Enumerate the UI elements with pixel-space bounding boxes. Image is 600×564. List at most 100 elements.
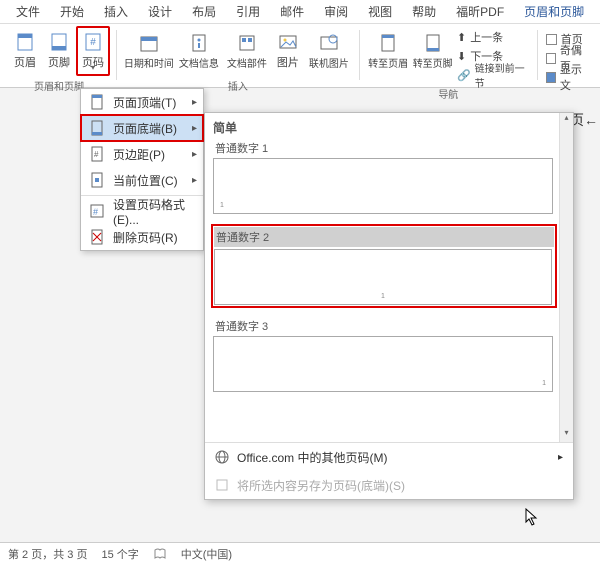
status-lang[interactable]: 中文(中国) bbox=[181, 546, 232, 562]
group-label-insert: 插入 bbox=[228, 78, 248, 90]
svg-text:#: # bbox=[93, 207, 98, 217]
gallery-item-pn2[interactable]: 普通数字 2 1 bbox=[213, 226, 555, 306]
menu-current-pos-label: 当前位置(C) bbox=[113, 172, 178, 189]
checkbox-icon bbox=[546, 53, 556, 64]
quickparts-icon bbox=[237, 33, 257, 53]
separator bbox=[116, 30, 117, 80]
footer-label: 页脚 bbox=[48, 54, 70, 70]
chevron-right-icon: ▸ bbox=[192, 97, 197, 108]
status-page[interactable]: 第 2 页，共 3 页 bbox=[8, 546, 87, 562]
link-prev-button[interactable]: 🔗链接到前一节 bbox=[455, 66, 531, 84]
show-doc-checkbox[interactable]: 显示文 bbox=[544, 68, 592, 86]
menu-page-bottom[interactable]: 页面底端(B) ▸ bbox=[81, 115, 203, 141]
gallery-item-title: 普通数字 3 bbox=[213, 318, 569, 334]
footer-icon bbox=[49, 32, 69, 52]
preview-number: 1 bbox=[381, 293, 385, 300]
gallery-item-pn3[interactable]: 普通数字 3 1 bbox=[213, 318, 569, 392]
format-icon: # bbox=[89, 203, 105, 219]
goto-header-button[interactable]: 转至页眉 bbox=[366, 26, 411, 76]
pictures-button[interactable]: 图片 bbox=[271, 26, 305, 76]
datetime-button[interactable]: 日期和时间 bbox=[123, 26, 175, 76]
menu-remove-pagenum[interactable]: 删除页码(R) bbox=[81, 224, 203, 250]
preview-number: 1 bbox=[542, 380, 546, 387]
menu-current-pos[interactable]: 当前位置(C) ▸ bbox=[81, 167, 203, 193]
page-top-icon bbox=[89, 94, 105, 110]
menu-page-top-label: 页面顶端(T) bbox=[113, 94, 176, 111]
online-pictures-button[interactable]: 联机图片 bbox=[305, 26, 353, 76]
tab-references[interactable]: 引用 bbox=[226, 0, 270, 24]
current-pos-icon bbox=[89, 172, 105, 188]
group-header-footer: 页眉 页脚 # 页码 ▾ 页眉和页脚 bbox=[4, 26, 114, 87]
gallery-scrollbar[interactable]: ▴ ▾ bbox=[559, 113, 573, 442]
header-label: 页眉 bbox=[14, 54, 36, 70]
datetime-label: 日期和时间 bbox=[124, 55, 174, 70]
menu-page-margin-label: 页边距(P) bbox=[113, 146, 165, 163]
tab-foxit[interactable]: 福昕PDF bbox=[446, 0, 514, 24]
gallery-item-title: 普通数字 2 bbox=[214, 227, 554, 247]
mouse-cursor-icon bbox=[525, 508, 539, 526]
show-label: 显示文 bbox=[560, 61, 590, 93]
menu-page-top[interactable]: 页面顶端(T) ▸ bbox=[81, 89, 203, 115]
gallery-section-simple: 简单 bbox=[213, 119, 569, 136]
quickparts-button[interactable]: 文档部件 bbox=[223, 26, 271, 76]
globe-icon bbox=[215, 450, 229, 464]
goto-footer-icon bbox=[423, 33, 443, 53]
menu-format-label: 设置页码格式(E)... bbox=[113, 196, 195, 227]
page-number-icon: # bbox=[83, 32, 103, 52]
docinfo-button[interactable]: 文档信息 bbox=[175, 26, 223, 76]
menu-page-margin[interactable]: # 页边距(P) ▸ bbox=[81, 141, 203, 167]
tab-header-footer[interactable]: 页眉和页脚 bbox=[514, 0, 594, 24]
gallery-office-more[interactable]: Office.com 中的其他页码(M) ▸ bbox=[205, 443, 573, 471]
tab-design[interactable]: 设计 bbox=[138, 0, 182, 24]
tab-help[interactable]: 帮助 bbox=[402, 0, 446, 24]
footer-button[interactable]: 页脚 bbox=[42, 26, 76, 76]
tab-insert[interactable]: 插入 bbox=[94, 0, 138, 24]
next-icon: ⬇ bbox=[457, 50, 466, 63]
group-options: 首页 奇偶页 显示文 bbox=[540, 26, 596, 87]
prev-label: 上一条 bbox=[470, 29, 503, 45]
scroll-down-icon[interactable]: ▾ bbox=[560, 428, 573, 442]
gallery-item-pn1[interactable]: 普通数字 1 1 bbox=[213, 140, 569, 214]
gallery-item-title: 普通数字 1 bbox=[213, 140, 569, 156]
header-button[interactable]: 页眉 bbox=[8, 26, 42, 76]
chevron-right-icon: ▸ bbox=[192, 175, 197, 186]
calendar-icon bbox=[139, 33, 159, 53]
status-words[interactable]: 15 个字 bbox=[101, 546, 138, 562]
tab-view[interactable]: 视图 bbox=[358, 0, 402, 24]
gallery-body: 简单 普通数字 1 1 普通数字 2 1 普通数字 3 1 ▴ ▾ bbox=[205, 113, 573, 442]
page-margin-icon: # bbox=[89, 146, 105, 162]
online-picture-icon bbox=[319, 33, 339, 53]
document-text: 页← bbox=[570, 110, 600, 130]
chevron-right-icon: ▸ bbox=[192, 123, 197, 134]
docinfo-label: 文档信息 bbox=[179, 55, 219, 70]
group-label-hf: 页眉和页脚 bbox=[34, 78, 84, 90]
tab-layout[interactable]: 布局 bbox=[182, 0, 226, 24]
group-insert: 日期和时间 文档信息 文档部件 图片 联机图片 插入 bbox=[119, 26, 357, 87]
tab-mail[interactable]: 邮件 bbox=[270, 0, 314, 24]
group-navigation: 转至页眉 转至页脚 ⬆上一条 ⬇下一条 🔗链接到前一节 导航 bbox=[362, 26, 535, 87]
menu-format-pagenum[interactable]: # 设置页码格式(E)... bbox=[81, 198, 203, 224]
chevron-down-icon: ▾ bbox=[91, 63, 95, 72]
goto-footer-button[interactable]: 转至页脚 bbox=[410, 26, 455, 76]
page-number-menu: 页面顶端(T) ▸ 页面底端(B) ▸ # 页边距(P) ▸ 当前位置(C) ▸… bbox=[80, 88, 204, 251]
prev-button[interactable]: ⬆上一条 bbox=[455, 28, 531, 46]
chevron-right-icon: ▸ bbox=[192, 149, 197, 160]
nav-small-col: ⬆上一条 ⬇下一条 🔗链接到前一节 bbox=[455, 26, 531, 84]
menu-remove-label: 删除页码(R) bbox=[113, 229, 178, 246]
gallery-preview: 1 bbox=[213, 158, 553, 214]
tab-home[interactable]: 开始 bbox=[50, 0, 94, 24]
scroll-up-icon[interactable]: ▴ bbox=[560, 113, 573, 127]
tab-file[interactable]: 文件 bbox=[6, 0, 50, 24]
header-icon bbox=[15, 32, 35, 52]
pictures-label: 图片 bbox=[277, 54, 299, 70]
tab-review[interactable]: 审阅 bbox=[314, 0, 358, 24]
group-label-nav: 导航 bbox=[438, 86, 458, 98]
chevron-right-icon: ▸ bbox=[558, 452, 563, 463]
link-prev-label: 链接到前一节 bbox=[475, 60, 529, 90]
page-number-button[interactable]: # 页码 ▾ bbox=[76, 26, 110, 76]
gallery-save-selection: 将所选内容另存为页码(底端)(S) bbox=[205, 471, 573, 499]
ribbon: 页眉 页脚 # 页码 ▾ 页眉和页脚 日期和时间 文档信息 bbox=[0, 24, 600, 88]
docinfo-icon bbox=[189, 33, 209, 53]
link-icon: 🔗 bbox=[457, 69, 471, 82]
checkbox-icon bbox=[546, 34, 557, 45]
